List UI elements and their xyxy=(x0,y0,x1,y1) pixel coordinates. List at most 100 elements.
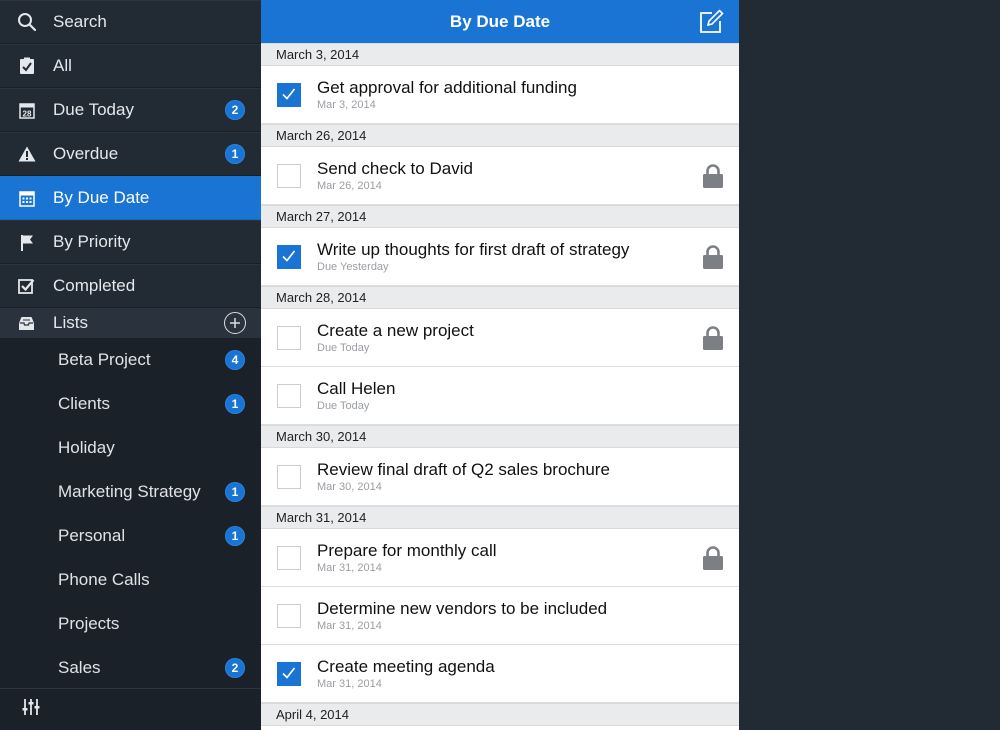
count-badge: 2 xyxy=(225,658,245,678)
task-checkbox[interactable] xyxy=(277,546,301,570)
lock-icon xyxy=(702,245,724,274)
list-item-label: Sales xyxy=(58,658,101,677)
list-item[interactable]: Projects xyxy=(0,602,261,646)
task-due-date: Mar 31, 2014 xyxy=(317,620,382,632)
task-checkbox[interactable] xyxy=(277,384,301,408)
date-section-header: March 30, 2014 xyxy=(261,425,739,448)
sidebar-item-all[interactable]: All xyxy=(0,44,261,88)
checkbox-icon xyxy=(0,278,53,295)
date-section-header: March 27, 2014 xyxy=(261,205,739,228)
plus-icon xyxy=(230,318,240,328)
count-badge: 1 xyxy=(225,394,245,414)
add-list-button[interactable] xyxy=(224,312,246,334)
flag-icon xyxy=(0,234,53,251)
sidebar-item-label: Completed xyxy=(53,276,136,295)
date-section-header: March 28, 2014 xyxy=(261,286,739,309)
sidebar-item-due-today[interactable]: 28 Due Today 2 xyxy=(0,88,261,132)
task-row[interactable]: Write up thoughts for first draft of str… xyxy=(261,228,739,286)
top-bar: By Due Date xyxy=(261,0,739,43)
task-panel: By Due Date March 3, 2014 Get approval fo… xyxy=(261,0,739,730)
task-due-date: Due Yesterday xyxy=(317,261,389,273)
task-row[interactable]: Determine new vendors to be included Mar … xyxy=(261,587,739,645)
list-item[interactable]: Holiday xyxy=(0,426,261,470)
task-due-date: Mar 31, 2014 xyxy=(317,562,382,574)
sidebar-item-label: By Priority xyxy=(53,232,131,251)
task-due-date: Mar 31, 2014 xyxy=(317,678,382,690)
list-item[interactable]: Clients 1 xyxy=(0,382,261,426)
page-title: By Due Date xyxy=(449,11,551,31)
task-title: Send check to David xyxy=(317,159,473,178)
calendar-28-icon: 28 xyxy=(0,102,53,119)
inbox-icon xyxy=(0,316,53,331)
sidebar-item-overdue[interactable]: Overdue 1 xyxy=(0,132,261,176)
date-section-header: March 31, 2014 xyxy=(261,506,739,529)
list-item[interactable]: Phone Calls xyxy=(0,558,261,602)
count-badge: 1 xyxy=(225,144,245,164)
lock-icon xyxy=(702,546,724,575)
task-due-date: Due Today xyxy=(317,400,370,412)
task-title: Determine new vendors to be included xyxy=(317,599,608,618)
list-item[interactable]: Beta Project 4 xyxy=(0,338,261,382)
calendar-icon xyxy=(0,190,53,207)
sidebar-item-label: Due Today xyxy=(53,100,134,119)
task-checkbox[interactable] xyxy=(277,326,301,350)
list-item-label: Phone Calls xyxy=(58,570,150,589)
count-badge: 1 xyxy=(225,482,245,502)
sidebar-item-label: All xyxy=(53,56,72,75)
task-title: Review final draft of Q2 sales brochure xyxy=(317,460,610,479)
svg-text:28: 28 xyxy=(22,109,31,118)
clipboard-check-icon xyxy=(0,57,53,75)
task-checkbox[interactable] xyxy=(277,164,301,188)
task-row[interactable]: Call Helen Due Today xyxy=(261,367,739,425)
sidebar-footer xyxy=(0,688,261,730)
sliders-icon[interactable] xyxy=(22,698,40,721)
sidebar: Search All 28 Due Today 2 Overdue 1 By D… xyxy=(0,0,261,730)
search-label: Search xyxy=(53,12,107,31)
task-title: Call Helen xyxy=(317,379,396,398)
list-item-label: Clients xyxy=(58,394,110,413)
list-item-label: Projects xyxy=(58,614,120,633)
task-row[interactable]: Create a new project Due Today xyxy=(261,309,739,367)
date-section-header: April 4, 2014 xyxy=(261,703,739,726)
sidebar-item-label: Overdue xyxy=(53,144,119,163)
lists: Beta Project 4 Clients 1 Holiday Marketing St… xyxy=(0,338,261,690)
sidebar-item-by-priority[interactable]: By Priority xyxy=(0,220,261,264)
lock-icon xyxy=(702,326,724,355)
sidebar-item-label: By Due Date xyxy=(53,188,150,207)
task-due-date: Mar 26, 2014 xyxy=(317,180,382,192)
compose-button[interactable] xyxy=(698,9,724,35)
task-row[interactable]: Prepare for monthly call Mar 31, 2014 xyxy=(261,529,739,587)
lock-icon xyxy=(702,164,724,193)
sidebar-item-completed[interactable]: Completed xyxy=(0,264,261,308)
list-item[interactable]: Personal 1 xyxy=(0,514,261,558)
task-checkbox[interactable] xyxy=(277,604,301,628)
list-item-label: Personal xyxy=(58,526,126,545)
task-title: Write up thoughts for first draft of str… xyxy=(317,240,630,259)
task-row[interactable]: Create meeting agenda Mar 31, 2014 xyxy=(261,645,739,703)
task-checkbox[interactable] xyxy=(277,465,301,489)
task-due-date: Due Today xyxy=(317,342,370,354)
count-badge: 1 xyxy=(225,526,245,546)
task-row[interactable]: Review final draft of Q2 sales brochure M… xyxy=(261,448,739,506)
lists-label: Lists xyxy=(53,313,88,332)
date-section-header: March 3, 2014 xyxy=(261,43,739,66)
sidebar-item-by-due-date[interactable]: By Due Date xyxy=(0,176,261,220)
list-item[interactable]: Marketing Strategy 1 xyxy=(0,470,261,514)
list-item-label: Marketing Strategy xyxy=(58,482,201,501)
task-row[interactable]: Get approval for additional funding Mar 3… xyxy=(261,66,739,124)
search-icon xyxy=(0,12,53,32)
background-area xyxy=(739,0,1000,730)
task-list: March 3, 2014 Get approval for additional… xyxy=(261,43,739,726)
lists-header: Lists xyxy=(0,308,261,338)
search-item[interactable]: Search xyxy=(0,0,261,44)
task-due-date: Mar 30, 2014 xyxy=(317,481,382,493)
task-checkbox-checked[interactable] xyxy=(277,83,301,107)
task-title: Get approval for additional funding xyxy=(317,78,577,97)
list-item[interactable]: Sales 2 xyxy=(0,646,261,690)
list-item-label: Holiday xyxy=(58,438,115,457)
task-checkbox-checked[interactable] xyxy=(277,245,301,269)
task-title: Create a new project xyxy=(317,321,474,340)
task-row[interactable]: Send check to David Mar 26, 2014 xyxy=(261,147,739,205)
task-checkbox-checked[interactable] xyxy=(277,662,301,686)
task-title: Create meeting agenda xyxy=(317,657,495,676)
